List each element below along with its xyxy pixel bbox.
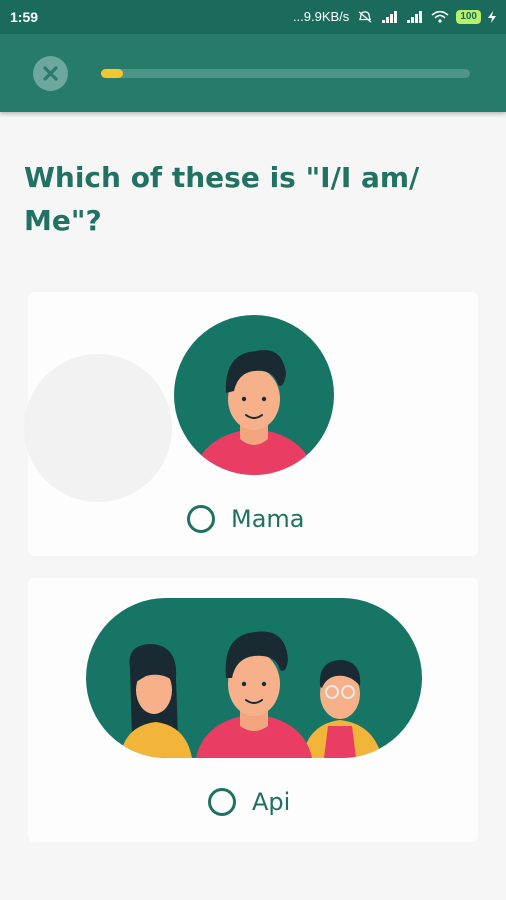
close-icon (43, 66, 58, 81)
decorative-circle (24, 354, 172, 502)
wifi-icon (431, 10, 449, 23)
battery-icon: 100 (456, 9, 481, 24)
mute-icon (358, 10, 372, 23)
answer-option-label: Api (252, 788, 291, 816)
status-icons: ...9.9KB/s 100 (293, 9, 496, 24)
single-person-illustration (174, 315, 334, 475)
signal-icon (382, 10, 398, 23)
group-of-three-people-illustration (86, 598, 422, 758)
question-title: Which of these is "I/I am/ Me"? (24, 161, 420, 237)
lesson-progress-bar (101, 69, 470, 78)
answer-option-label: Mama (231, 505, 305, 533)
lesson-header (0, 34, 506, 112)
answer-option-row[interactable]: Mama (187, 505, 305, 533)
signal-icon (407, 10, 423, 23)
close-button[interactable] (33, 56, 68, 91)
charging-icon (488, 10, 496, 23)
lesson-progress-fill (101, 69, 124, 78)
radio-button[interactable] (187, 505, 215, 533)
status-bar: 1:59 ...9.9KB/s 100 (0, 0, 506, 34)
network-speed: ...9.9KB/s (292, 9, 350, 24)
answer-option-row[interactable]: Api (208, 788, 290, 816)
status-time: 1:59 (10, 9, 39, 25)
radio-button[interactable] (208, 788, 236, 816)
